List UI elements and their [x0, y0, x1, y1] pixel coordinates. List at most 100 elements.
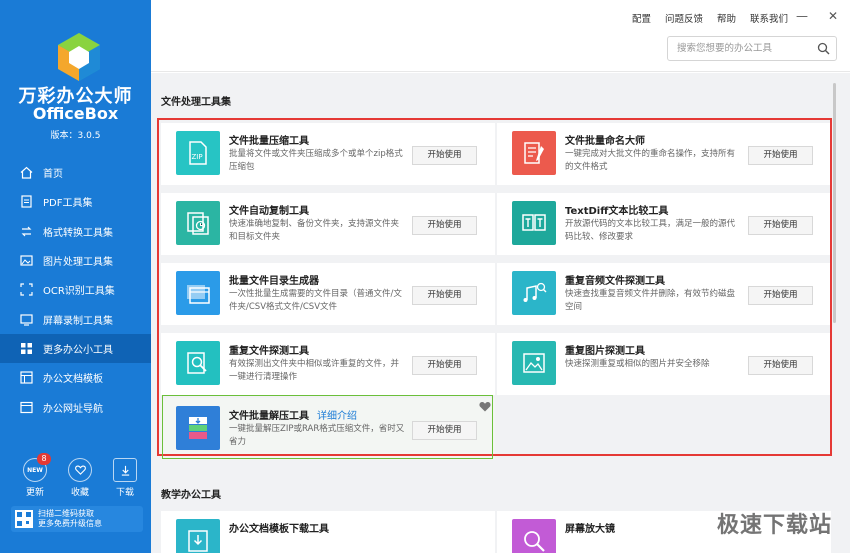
tool-card[interactable]: 文件自动复制工具快速准确地复制、备份文件夹，支持源文件夹和目标文件夹 开始使用 [161, 193, 495, 255]
tool-title-text: 重复音频文件探测工具 [565, 276, 665, 287]
top-bar: 配置 问题反馈 帮助 联系我们 — ✕ [151, 0, 850, 72]
tool-card[interactable]: 批量文件目录生成器一次性批量生成需要的文件目录（普通文件/文件夹/CSV格式文件… [161, 263, 495, 325]
tool-card[interactable]: TextDiff文本比较工具开放源代码的文本比较工具，满足一般的源代码比较、修改… [497, 193, 831, 255]
nav-label: PDF工具集 [43, 198, 93, 210]
nav-label: 更多办公小工具 [43, 344, 113, 356]
nav-item-web-nav[interactable]: 办公网址导航 [0, 392, 151, 421]
download-label: 下载 [115, 488, 134, 498]
search-icon[interactable] [817, 42, 830, 55]
tool-description: 快速查找重复音频文件并删除，有效节约磁盘空间 [565, 289, 736, 312]
nav-label: 格式转换工具集 [43, 227, 113, 239]
minimize-button[interactable]: — [796, 9, 808, 23]
copy-clock-icon [176, 201, 220, 245]
image-icon [20, 254, 33, 267]
start-button[interactable]: 开始使用 [748, 216, 813, 235]
nav-label: 图片处理工具集 [43, 257, 113, 269]
tool-title: 批量文件目录生成器 [229, 272, 319, 287]
tool-description: 一键完成对大批文件的重命名操作，支持所有的文件格式 [565, 149, 736, 172]
tool-title: TextDiff文本比较工具 [565, 202, 668, 217]
tool-card[interactable]: 重复图片探测工具快速探测重复或相似的图片并安全移除 开始使用 [497, 333, 831, 395]
tool-description: 一次性批量生成需要的文件目录（普通文件/文件夹/CSV格式文件/CSV文件 [229, 289, 402, 312]
tool-title-text: 屏幕放大镜 [565, 524, 615, 535]
image-search-icon [512, 341, 556, 385]
template-download-icon [176, 519, 220, 553]
pdf-icon [20, 195, 33, 209]
unzip-icon [176, 406, 220, 450]
heart-icon [68, 458, 92, 482]
tool-title: 重复文件探测工具 [229, 342, 309, 357]
home-icon [20, 166, 33, 179]
tool-description: 快速探测重复或相似的图片并安全移除 [565, 359, 710, 369]
version-label: 版本：3.0.5 [50, 131, 101, 141]
tool-description: 开放源代码的文本比较工具，满足一般的源代码比较、修改要求 [565, 219, 736, 242]
nav-item-home[interactable]: 首页 [0, 158, 151, 187]
update-button[interactable]: NEW 8 更新 [20, 453, 51, 498]
tool-card[interactable]: 文件批量命名大师一键完成对大批文件的重命名操作，支持所有的文件格式 开始使用 [497, 123, 831, 185]
download-icon [113, 458, 137, 482]
convert-icon [20, 225, 33, 238]
svg-text:ZIP: ZIP [192, 153, 203, 161]
tool-title: 文件批量压缩工具 [229, 132, 309, 147]
watermark: 极速下载站 [716, 513, 832, 538]
start-button[interactable]: 开始使用 [412, 356, 477, 375]
qr-promo[interactable]: 扫描二维码获取 更多免费升级信息 [11, 506, 143, 532]
nav-item-templates[interactable]: 办公文档模板 [0, 363, 151, 392]
section-title-teaching: 教学办公工具 [161, 490, 221, 501]
tool-title-text: 批量文件目录生成器 [229, 276, 319, 287]
tool-title-text: 文件批量解压工具 [229, 411, 309, 422]
tool-card[interactable]: 文件批量解压工具 详细介绍 一键批量解压ZIP或RAR格式压缩文件，省时又省力 开始使… [161, 398, 495, 460]
tool-title: 重复音频文件探测工具 [565, 272, 665, 287]
text-compare-icon [512, 201, 556, 245]
nav-item-ocr[interactable]: OCR识别工具集 [0, 275, 151, 304]
tool-title-text: 文件批量命名大师 [565, 136, 645, 147]
download-button[interactable]: 下载 [110, 458, 140, 498]
nav-item-screen-record[interactable]: 屏幕录制工具集 [0, 304, 151, 333]
window-controls: — ✕ [796, 9, 838, 23]
nav-label: OCR识别工具集 [43, 286, 115, 298]
zip-icon: ZIP [176, 131, 220, 175]
close-button[interactable]: ✕ [828, 9, 838, 23]
tool-title: 文件批量命名大师 [565, 132, 645, 147]
start-button[interactable]: 开始使用 [412, 146, 477, 165]
officebox-logo [56, 32, 102, 82]
nav-item-image[interactable]: 图片处理工具集 [0, 246, 151, 275]
nav-item-more-tools[interactable]: 更多办公小工具 [0, 333, 151, 364]
search-input[interactable] [668, 37, 808, 60]
nav-item-convert[interactable]: 格式转换工具集 [0, 217, 151, 246]
tool-description: 快速准确地复制、备份文件夹，支持源文件夹和目标文件夹 [229, 219, 400, 242]
favorite-heart-icon[interactable] [479, 401, 491, 412]
section-title-file: 文件处理工具集 [161, 97, 231, 108]
tool-card[interactable]: 重复文件探测工具 有效探测出文件夹中相似或许重复的文件，并一键进行清理操作 开始使用 [161, 333, 495, 395]
start-button[interactable]: 开始使用 [748, 356, 813, 375]
nav-label: 办公网址导航 [43, 403, 103, 415]
tool-title: 屏幕放大镜 [565, 520, 615, 535]
tool-card[interactable]: 办公文档模板下载工具 [161, 511, 495, 553]
tool-title: 办公文档模板下载工具 [229, 520, 329, 535]
favorite-label: 收藏 [70, 488, 89, 498]
search-box [667, 36, 837, 61]
start-button[interactable]: 开始使用 [748, 286, 813, 305]
tool-title: 重复图片探测工具 [565, 342, 645, 357]
update-label: 更新 [25, 488, 44, 498]
top-links: 配置 问题反馈 帮助 联系我们 [632, 11, 788, 25]
start-button[interactable]: 开始使用 [412, 216, 477, 235]
detail-link[interactable]: 详细介绍 [317, 411, 357, 422]
grid-icon [20, 342, 33, 355]
magnifier-icon [512, 519, 556, 553]
nav-item-pdf[interactable]: PDF工具集 [0, 187, 151, 216]
app-name-en: OfficeBox [32, 104, 119, 123]
tool-card[interactable]: 重复音频文件探测工具快速查找重复音频文件并删除，有效节约磁盘空间 开始使用 [497, 263, 831, 325]
feedback-link[interactable]: 问题反馈 [665, 11, 703, 25]
scrollbar[interactable] [833, 83, 836, 323]
tool-title-text: TextDiff文本比较工具 [565, 206, 669, 217]
contact-link[interactable]: 联系我们 [750, 11, 788, 25]
help-link[interactable]: 帮助 [717, 11, 736, 25]
tool-title-text: 文件自动复制工具 [229, 206, 309, 217]
start-button[interactable]: 开始使用 [412, 286, 477, 305]
tool-card[interactable]: ZIP 文件批量压缩工具 批量将文件或文件夹压缩成多个或单个zip格式压缩包 开始使用 [161, 123, 495, 185]
start-button[interactable]: 开始使用 [412, 421, 477, 440]
favorite-button[interactable]: 收藏 [65, 458, 95, 498]
settings-link[interactable]: 配置 [632, 11, 651, 25]
start-button[interactable]: 开始使用 [748, 146, 813, 165]
nav-label: 屏幕录制工具集 [43, 315, 113, 327]
